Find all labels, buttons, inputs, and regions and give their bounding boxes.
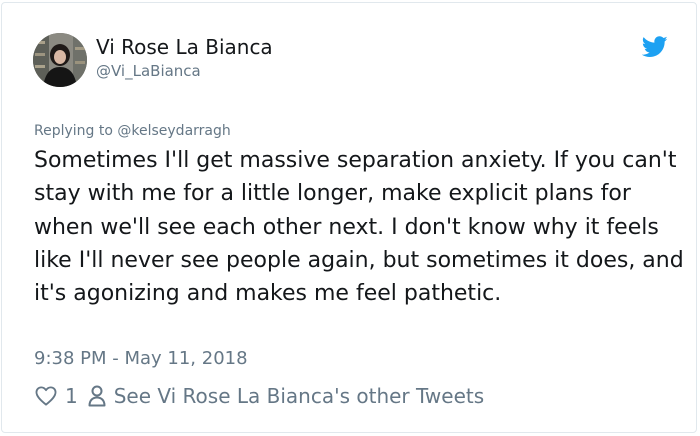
see-other-tweets-link[interactable]: See Vi Rose La Bianca's other Tweets: [114, 384, 484, 408]
user-handle[interactable]: @Vi_LaBianca: [96, 60, 201, 82]
timestamp[interactable]: 9:38 PM - May 11, 2018: [34, 346, 248, 372]
like-count: 1: [65, 384, 78, 408]
replying-to[interactable]: Replying to @kelseydarragh: [34, 121, 231, 141]
heart-icon[interactable]: [35, 386, 57, 406]
action-bar: 1 See Vi Rose La Bianca's other Tweets: [35, 381, 484, 411]
tweet-text: Sometimes I'll get massive separation an…: [34, 148, 684, 307]
display-name[interactable]: Vi Rose La Bianca: [96, 33, 273, 61]
twitter-bird-icon[interactable]: [642, 36, 668, 58]
avatar-image: [33, 33, 87, 87]
tweet-card: Vi Rose La Bianca @Vi_LaBianca Replying …: [1, 2, 697, 433]
person-icon: [88, 385, 106, 407]
avatar[interactable]: [33, 33, 87, 87]
